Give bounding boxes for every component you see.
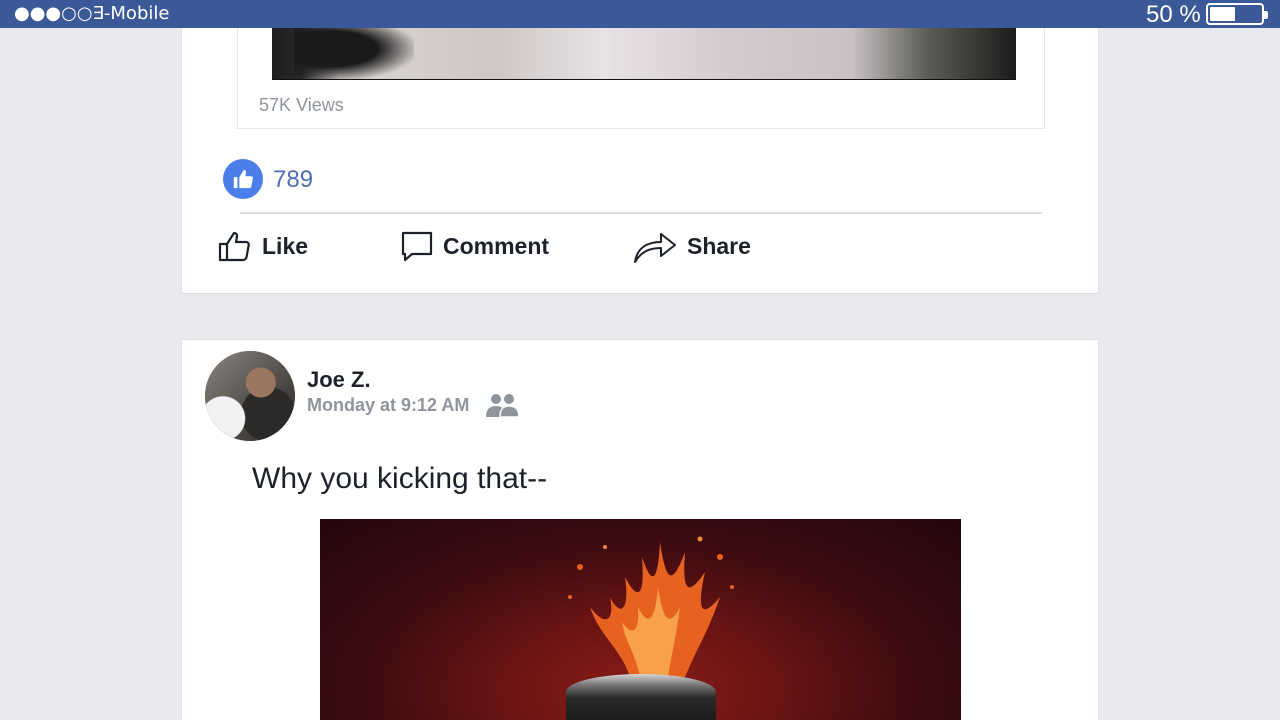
liquid-splash-graphic: [568, 536, 734, 677]
comment-bubble-icon: [401, 231, 433, 262]
divider: [240, 212, 1042, 214]
signal-dots: ●●●○○: [14, 3, 93, 24]
share-arrow-icon: [634, 233, 676, 263]
post-image[interactable]: [320, 519, 961, 720]
video-thumbnail[interactable]: [272, 28, 1016, 80]
battery-nub: [1264, 11, 1268, 19]
shared-video-attachment[interactable]: 57K Views: [237, 28, 1045, 129]
like-label: Like: [262, 232, 309, 259]
post-actions: Like Comment Share: [218, 226, 1018, 266]
battery-percent: 50 %: [1146, 1, 1201, 28]
carrier-signal: ●●●○○∃-Mobile: [14, 3, 169, 24]
like-button[interactable]: Like: [218, 226, 308, 266]
battery-icon: [1206, 3, 1268, 25]
soda-can-graphic: [566, 674, 716, 720]
avatar-image: [205, 351, 295, 441]
comment-label: Comment: [443, 232, 550, 259]
carrier-name: ∃-Mobile: [92, 3, 170, 24]
post-card: Joe Z. Monday at 9:12 AM Why you kicking…: [181, 339, 1099, 720]
thumbs-up-outline-icon: [218, 231, 250, 262]
like-reaction-icon: [223, 159, 263, 199]
share-button[interactable]: Share: [633, 226, 751, 266]
friends-audience-icon[interactable]: [484, 392, 522, 418]
post-timestamp[interactable]: Monday at 9:12 AM: [307, 395, 469, 416]
post-text: Why you kicking that--: [252, 462, 548, 495]
thumbs-up-icon: [233, 169, 253, 189]
status-bar: ●●●○○∃-Mobile 50 %: [0, 0, 1280, 28]
reaction-count[interactable]: 789: [273, 166, 313, 194]
avatar[interactable]: [205, 351, 295, 441]
post-card: 57K Views 789 Like Comment Share: [181, 28, 1099, 294]
comment-button[interactable]: Comment: [401, 226, 549, 266]
post-author[interactable]: Joe Z.: [307, 367, 371, 393]
share-label: Share: [687, 232, 751, 259]
video-thumbnail-shadow: [294, 28, 414, 80]
battery-fill: [1210, 7, 1235, 21]
video-views: 57K Views: [259, 95, 344, 115]
